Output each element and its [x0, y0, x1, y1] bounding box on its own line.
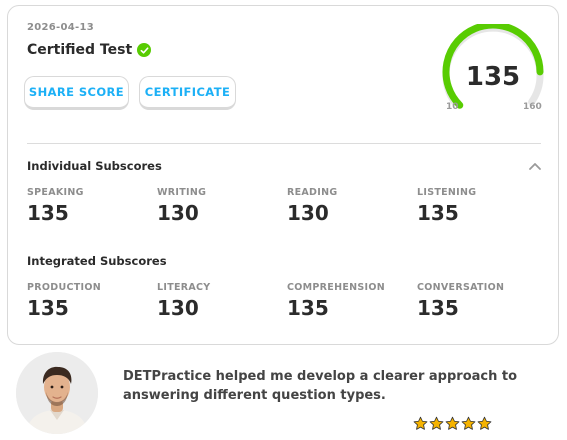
integrated-subscores: PRODUCTION 135 LITERACY 130 COMPREHENSIO… [27, 282, 547, 320]
subscore-label: WRITING [157, 187, 207, 198]
subscore-label: CONVERSATION [417, 282, 505, 293]
subscore-value: 135 [27, 296, 69, 320]
subscore-listening: LISTENING 135 [417, 187, 547, 225]
subscore-value: 135 [417, 296, 459, 320]
subscore-reading: READING 130 [287, 187, 417, 225]
user-avatar-icon [16, 352, 98, 434]
certificate-button[interactable]: CERTIFICATE [139, 76, 236, 110]
star-rating [413, 416, 492, 431]
subscore-value: 135 [417, 201, 459, 225]
star-icon [477, 416, 492, 430]
page: 2026-04-13 Certified Test SHARE SCORE CE… [0, 0, 567, 440]
subscore-value: 130 [157, 201, 199, 225]
subscore-label: LISTENING [417, 187, 477, 198]
subscore-value: 135 [287, 296, 329, 320]
title-row: Certified Test [27, 42, 152, 58]
star-icon [445, 416, 460, 430]
test-date: 2026-04-13 [27, 22, 94, 33]
divider [27, 143, 541, 144]
subscore-value: 135 [27, 201, 69, 225]
subscore-comprehension: COMPREHENSION 135 [287, 282, 417, 320]
subscore-literacy: LITERACY 130 [157, 282, 287, 320]
subscore-writing: WRITING 130 [157, 187, 287, 225]
star-icon [461, 416, 476, 430]
score-gauge: 135 10 160 [438, 21, 548, 119]
subscore-label: COMPREHENSION [287, 282, 385, 293]
individual-subscores: SPEAKING 135 WRITING 130 READING 130 LIS… [27, 187, 547, 225]
subscore-value: 130 [287, 201, 329, 225]
subscore-production: PRODUCTION 135 [27, 282, 157, 320]
score-card: 2026-04-13 Certified Test SHARE SCORE CE… [7, 5, 559, 345]
overall-score: 135 [465, 62, 521, 92]
chevron-up-icon[interactable] [528, 161, 542, 171]
testimonial-quote: DETPractice helped me develop a clearer … [123, 369, 518, 403]
subscore-label: READING [287, 187, 338, 198]
avatar [16, 352, 98, 434]
subscore-value: 130 [157, 296, 199, 320]
gauge-max-label: 160 [523, 102, 542, 112]
subscore-label: SPEAKING [27, 187, 84, 198]
test-title: Certified Test [27, 42, 133, 58]
share-score-button[interactable]: SHARE SCORE [24, 76, 129, 110]
individual-subscores-title: Individual Subscores [27, 159, 162, 173]
gauge-min-label: 10 [446, 102, 459, 112]
star-icon [413, 416, 428, 430]
subscore-label: LITERACY [157, 282, 211, 293]
check-circle-icon [137, 43, 152, 57]
integrated-subscores-title: Integrated Subscores [27, 254, 167, 268]
subscore-conversation: CONVERSATION 135 [417, 282, 547, 320]
star-icon [429, 416, 444, 430]
subscore-label: PRODUCTION [27, 282, 101, 293]
subscore-speaking: SPEAKING 135 [27, 187, 157, 225]
testimonial: DETPractice helped me develop a clearer … [16, 352, 556, 436]
